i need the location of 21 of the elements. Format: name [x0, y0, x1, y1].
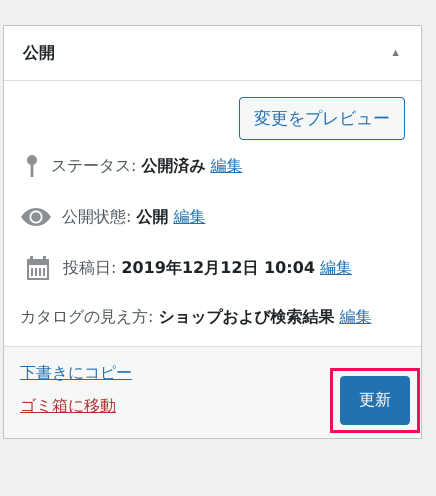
field-value: 公開済み — [141, 156, 206, 176]
edit-link[interactable]: 編集 — [173, 206, 206, 228]
field-value: 公開 — [136, 206, 168, 228]
field-label: 投稿日: — [63, 258, 116, 278]
collapse-toggle[interactable]: ▲ — [390, 47, 401, 59]
calendar-icon — [26, 256, 50, 280]
field-label: 公開状態: — [62, 206, 132, 228]
edit-link[interactable]: 編集 — [320, 258, 352, 278]
move-to-trash-link[interactable]: ゴミ箱に移動 — [20, 396, 132, 417]
preview-button[interactable]: 変更をプレビュー — [239, 97, 405, 140]
eye-icon — [21, 208, 51, 226]
edit-link[interactable]: 編集 — [339, 307, 372, 328]
edit-link[interactable]: 編集 — [210, 156, 242, 176]
field-value: 2019年12月12日 10:04 — [121, 258, 315, 278]
field-value: ショップおよび検索結果 — [158, 307, 334, 328]
field-label: カタログの見え方: — [20, 307, 154, 328]
pin-icon — [26, 155, 38, 177]
copy-to-draft-link[interactable]: 下書きにコピー — [20, 363, 132, 384]
update-button[interactable]: 更新 — [340, 376, 410, 425]
field-label: ステータス: — [51, 156, 136, 176]
panel-title: 公開 — [23, 42, 55, 64]
